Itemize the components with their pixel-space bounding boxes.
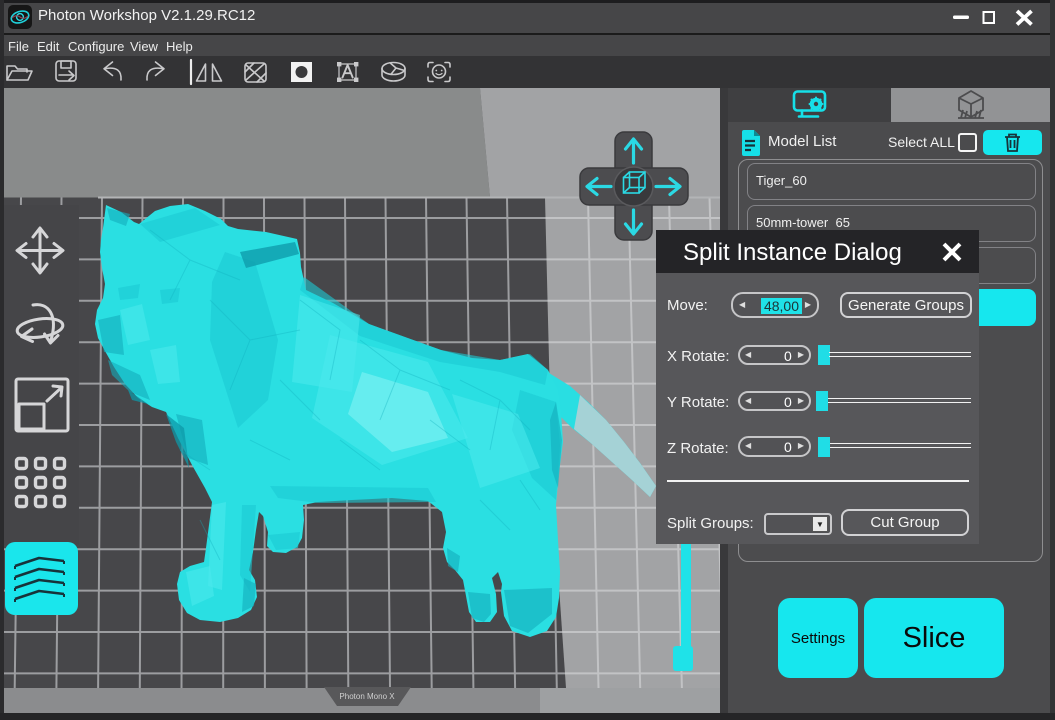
svg-text:Photon Mono X: Photon Mono X [339, 692, 395, 701]
